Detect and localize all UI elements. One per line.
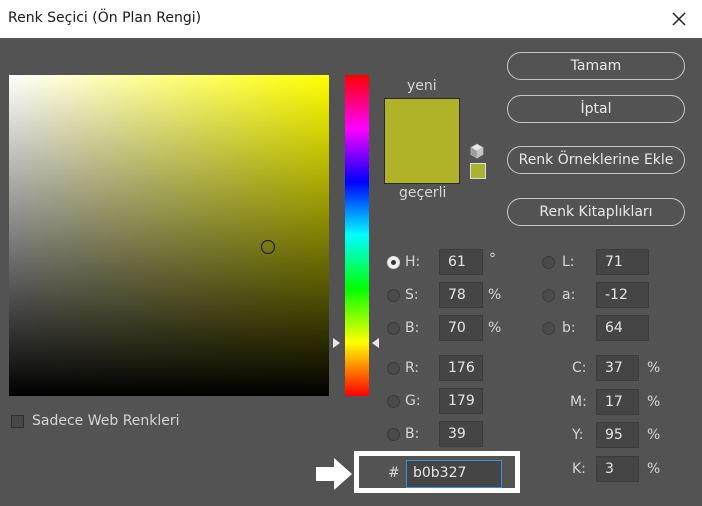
brightness-input[interactable]: 70 — [439, 315, 483, 341]
magenta-label: M: — [570, 394, 587, 410]
radio-saturation[interactable] — [387, 289, 400, 302]
pointer-arrow-icon — [316, 458, 352, 490]
saturation-unit: % — [488, 287, 502, 303]
current-color-label: geçerli — [399, 185, 447, 201]
web-safe-color-swatch[interactable] — [470, 163, 486, 179]
blue-label: B: — [405, 426, 420, 442]
web-colors-only-checkbox[interactable] — [11, 415, 24, 428]
yellow-input[interactable]: 95 — [596, 422, 639, 448]
yellow-label: Y: — [572, 427, 584, 443]
a-channel-input[interactable]: -12 — [596, 282, 649, 308]
cancel-button[interactable]: İptal — [507, 95, 685, 123]
radio-blue[interactable] — [387, 428, 400, 441]
cyan-unit: % — [647, 360, 661, 376]
radio-brightness[interactable] — [387, 322, 400, 335]
hue-slider[interactable] — [345, 75, 369, 396]
hue-unit: ° — [489, 251, 496, 267]
close-icon[interactable] — [666, 6, 692, 32]
window-title: Renk Seçici (Ön Plan Rengi) — [8, 10, 202, 26]
saturation-input[interactable]: 78 — [439, 282, 483, 308]
radio-green[interactable] — [387, 395, 400, 408]
color-field[interactable] — [9, 75, 329, 396]
color-picker-dialog: Renk Seçici (Ön Plan Rengi) yeni geçerli… — [0, 0, 702, 506]
title-bar: Renk Seçici (Ön Plan Rengi) — [0, 0, 702, 38]
magenta-unit: % — [647, 394, 661, 410]
red-label: R: — [405, 360, 420, 376]
color-libraries-button[interactable]: Renk Kitaplıkları — [507, 198, 685, 226]
hex-input[interactable]: b0b327 — [406, 460, 502, 488]
red-input[interactable]: 176 — [439, 355, 483, 381]
web-colors-only-label: Sadece Web Renkleri — [32, 413, 180, 429]
blue-input[interactable]: 39 — [439, 421, 483, 447]
lightness-label: L: — [562, 254, 575, 270]
black-label: K: — [572, 461, 586, 477]
radio-red[interactable] — [387, 362, 400, 375]
yellow-unit: % — [647, 427, 661, 443]
magenta-input[interactable]: 17 — [596, 389, 639, 415]
cyan-label: C: — [572, 360, 587, 376]
brightness-unit: % — [488, 320, 502, 336]
radio-a-channel[interactable] — [542, 289, 555, 302]
hue-input[interactable]: 61 — [439, 249, 483, 275]
hue-label: H: — [405, 254, 421, 270]
new-color-label: yeni — [407, 78, 437, 94]
ok-button[interactable]: Tamam — [507, 52, 685, 80]
hex-label: # — [388, 465, 400, 481]
green-label: G: — [405, 393, 421, 409]
radio-lightness[interactable] — [542, 256, 555, 269]
radio-hue[interactable] — [387, 256, 400, 269]
green-input[interactable]: 179 — [439, 388, 483, 414]
color-field-cursor[interactable] — [261, 240, 275, 254]
brightness-label: B: — [405, 320, 420, 336]
cyan-input[interactable]: 37 — [596, 355, 639, 381]
saturation-label: S: — [405, 287, 419, 303]
hue-slider-right-arrow[interactable] — [372, 338, 379, 348]
radio-b-channel[interactable] — [542, 322, 555, 335]
web-safe-cube-icon[interactable] — [469, 143, 485, 159]
add-to-swatches-button[interactable]: Renk Örneklerine Ekle — [507, 146, 685, 174]
new-color-swatch — [384, 98, 460, 184]
hue-slider-left-arrow[interactable] — [333, 338, 340, 348]
black-input[interactable]: 3 — [596, 456, 639, 482]
black-unit: % — [647, 461, 661, 477]
a-channel-label: a: — [562, 287, 576, 303]
lightness-input[interactable]: 71 — [596, 249, 649, 275]
b-channel-label: b: — [562, 320, 576, 336]
b-channel-input[interactable]: 64 — [596, 315, 649, 341]
